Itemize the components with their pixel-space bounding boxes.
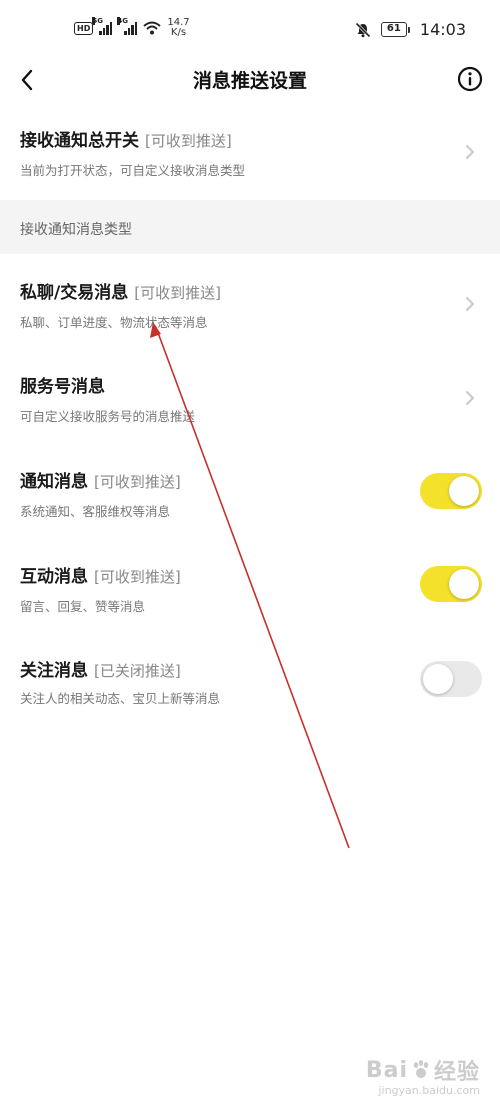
- watermark-text-a: Bai: [365, 1057, 408, 1083]
- clock: 14:03: [419, 20, 466, 39]
- row-status: [已关闭推送]: [94, 662, 181, 680]
- row-title: 关注消息 [已关闭推送]: [20, 656, 181, 681]
- toggle-knob: [423, 664, 453, 694]
- status-right: 61 14:03: [355, 20, 466, 39]
- row-title: 通知消息 [可收到推送]: [20, 467, 181, 492]
- watermark: Bai 经验 jingyan.baidu.com: [366, 1054, 480, 1098]
- signal-4g-label: 4G: [117, 17, 128, 25]
- status-bar: HD 5G 4G 14.7 K/s 61 14:03: [0, 0, 500, 62]
- hd-badge: HD: [74, 21, 94, 35]
- toggle-knob: [449, 476, 479, 506]
- master-switch-row[interactable]: 接收通知总开关 [可收到推送] 当前为打开状态，可自定义接收消息类型: [0, 126, 500, 200]
- row-title-text: 关注消息: [20, 661, 88, 681]
- watermark-url: jingyan.baidu.com: [378, 1084, 480, 1097]
- list-item-private-trade[interactable]: 私聊/交易消息 [可收到推送] 私聊、订单进度、物流状态等消息: [0, 278, 500, 352]
- network-speed: 14.7 K/s: [167, 18, 189, 38]
- chevron-right-icon: [466, 297, 475, 311]
- row-subtitle: 关注人的相关动态、宝贝上新等消息: [20, 691, 221, 706]
- row-subtitle: 留言、回复、赞等消息: [20, 599, 146, 614]
- chevron-right-icon: [466, 145, 475, 159]
- row-status: [可收到推送]: [145, 132, 232, 150]
- row-title-text: 接收通知总开关: [20, 131, 139, 151]
- follow-toggle[interactable]: [420, 661, 482, 697]
- row-title-text: 互动消息: [20, 567, 88, 587]
- interaction-toggle[interactable]: [420, 566, 482, 602]
- row-title-text: 私聊/交易消息: [20, 283, 129, 303]
- nav-bar: 消息推送设置: [0, 62, 500, 98]
- row-title: 互动消息 [可收到推送]: [20, 562, 181, 587]
- watermark-text-b: 经验: [433, 1060, 480, 1085]
- list-item-follow: 关注消息 [已关闭推送] 关注人的相关动态、宝贝上新等消息: [0, 656, 500, 730]
- row-subtitle: 可自定义接收服务号的消息推送: [20, 409, 196, 424]
- watermark-logo: Bai 经验: [366, 1054, 480, 1086]
- bell-muted-icon: [355, 21, 371, 38]
- list-item-service-account[interactable]: 服务号消息 可自定义接收服务号的消息推送: [0, 372, 500, 446]
- section-header-label: 接收通知消息类型: [20, 222, 132, 238]
- paw-icon: [413, 1060, 429, 1078]
- notification-toggle[interactable]: [420, 473, 482, 509]
- status-left: HD 5G 4G 14.7 K/s: [74, 17, 190, 38]
- battery-icon: 61: [380, 22, 410, 37]
- wifi-icon: [143, 21, 162, 35]
- row-status: [可收到推送]: [134, 284, 221, 302]
- battery-level: 61: [380, 22, 407, 37]
- row-subtitle: 当前为打开状态，可自定义接收消息类型: [20, 163, 246, 178]
- row-title: 私聊/交易消息 [可收到推送]: [20, 278, 221, 303]
- signal-icon-5g: 5G: [92, 17, 113, 35]
- row-status: [可收到推送]: [94, 473, 181, 491]
- signal-5g-label: 5G: [92, 17, 103, 25]
- row-title-text: 通知消息: [20, 472, 88, 492]
- row-status: [可收到推送]: [94, 568, 181, 586]
- page-title: 消息推送设置: [192, 70, 307, 92]
- section-header: 接收通知消息类型: [0, 200, 500, 254]
- list-item-notification: 通知消息 [可收到推送] 系统通知、客服维权等消息: [0, 467, 500, 541]
- row-title: 服务号消息: [20, 372, 105, 397]
- back-arrow-icon[interactable]: [12, 64, 42, 96]
- row-subtitle: 私聊、订单进度、物流状态等消息: [20, 315, 208, 330]
- speed-unit: K/s: [170, 27, 187, 38]
- toggle-knob: [449, 569, 479, 599]
- list-item-interaction: 互动消息 [可收到推送] 留言、回复、赞等消息: [0, 562, 500, 636]
- row-title-text: 服务号消息: [20, 377, 105, 397]
- row-subtitle: 系统通知、客服维权等消息: [20, 504, 171, 519]
- signal-icon-4g: 4G: [117, 17, 138, 35]
- row-title: 接收通知总开关 [可收到推送]: [20, 126, 232, 151]
- chevron-right-icon: [466, 391, 475, 405]
- info-icon[interactable]: [456, 65, 484, 93]
